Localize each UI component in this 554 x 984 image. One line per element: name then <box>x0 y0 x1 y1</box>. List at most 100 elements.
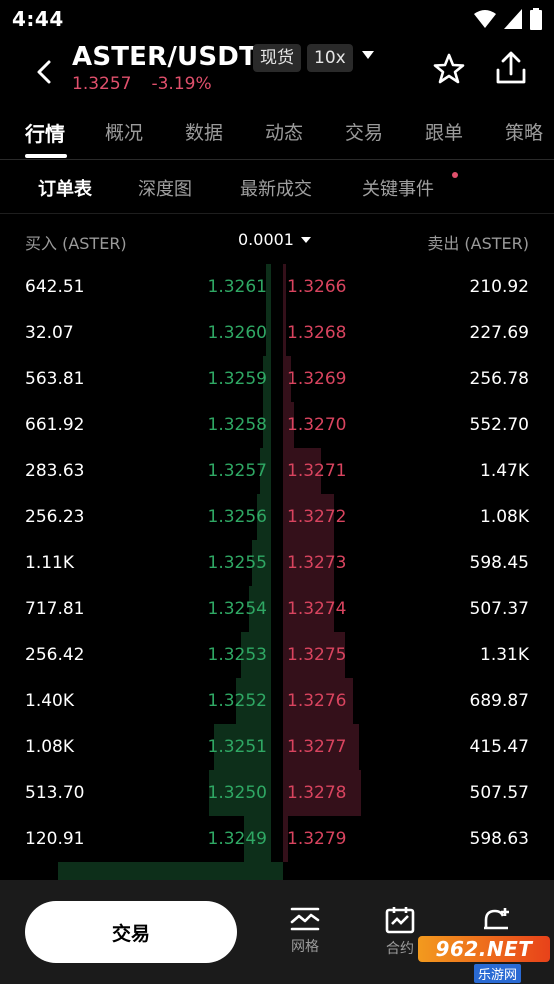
status-time: 4:44 <box>12 7 64 31</box>
ask-depth-bar <box>283 264 286 310</box>
bid-column-label: 买入 (ASTER) <box>25 234 127 253</box>
spot-tag: 现货 <box>253 44 301 72</box>
ask-quantity: 210.92 <box>469 277 529 297</box>
bid-price: 1.3260 <box>207 323 267 343</box>
price-line: 1.3257 -3.19% <box>72 74 212 94</box>
ask-price: 1.3269 <box>287 369 347 389</box>
favorite-star-icon[interactable] <box>432 52 466 86</box>
ask-price: 1.3271 <box>287 461 347 481</box>
bid-price: 1.3250 <box>207 783 267 803</box>
order-book-row[interactable]: 1.11K 1.3255 1.3273 598.45 <box>0 540 554 586</box>
sub-tabs: 订单表 深度图 最新成交 关键事件 <box>0 160 554 214</box>
order-book-row[interactable]: 717.81 1.3254 1.3274 507.37 <box>0 586 554 632</box>
pair-dropdown-icon[interactable] <box>360 48 376 62</box>
bid-quantity: 32.07 <box>25 323 74 343</box>
order-book-row[interactable]: 513.70 1.3250 1.3278 507.57 <box>0 770 554 816</box>
order-book: 642.51 1.3261 1.3266 210.92 32.07 1.3260 1.326… <box>0 264 554 880</box>
ask-price: 1.3266 <box>287 277 347 297</box>
status-bar: 4:44 <box>0 0 554 38</box>
tab-copy[interactable]: 跟单 <box>425 118 463 145</box>
subtab-latest-trades[interactable]: 最新成交 <box>240 175 312 201</box>
tab-market[interactable]: 行情 <box>25 118 65 147</box>
main-tabs: 行情 概况 数据 动态 交易 跟单 策略 <box>0 108 554 160</box>
wifi-icon <box>474 10 496 28</box>
chevron-down-icon <box>300 236 311 243</box>
bid-price: 1.3255 <box>207 553 267 573</box>
status-icons <box>474 8 542 30</box>
grid-chart-icon <box>290 907 320 931</box>
bid-price: 1.3249 <box>207 829 267 849</box>
bid-depth-bar-partial <box>58 862 283 882</box>
bell-plus-icon <box>484 908 509 930</box>
alert-add-button[interactable] <box>466 906 526 938</box>
bid-price: 1.3261 <box>207 277 267 297</box>
order-book-row[interactable]: 642.51 1.3261 1.3266 210.92 <box>0 264 554 310</box>
pair-header: ASTER/USDT 现货 10x 1.3257 -3.19% <box>0 38 554 100</box>
ask-price: 1.3272 <box>287 507 347 527</box>
contract-label: 合约 <box>386 941 414 957</box>
ask-quantity: 227.69 <box>469 323 529 343</box>
ask-quantity: 689.87 <box>469 691 529 711</box>
ask-quantity: 552.70 <box>469 415 529 435</box>
bid-quantity: 256.23 <box>25 507 85 527</box>
tab-data[interactable]: 数据 <box>185 118 223 145</box>
subtab-key-events[interactable]: 关键事件 <box>362 175 434 201</box>
trade-button[interactable]: 交易 <box>25 901 237 963</box>
subtab-depth-chart[interactable]: 深度图 <box>138 175 192 201</box>
watermark-logo: 962.NET <box>418 936 550 962</box>
order-book-row[interactable]: 563.81 1.3259 1.3269 256.78 <box>0 356 554 402</box>
ask-quantity: 1.08K <box>480 507 529 527</box>
ask-column-label: 卖出 (ASTER) <box>427 234 529 253</box>
tab-overview[interactable]: 概况 <box>105 118 143 145</box>
ask-quantity: 507.57 <box>469 783 529 803</box>
bid-quantity: 1.40K <box>25 691 74 711</box>
last-price: 1.3257 <box>72 74 132 94</box>
order-book-row[interactable]: 32.07 1.3260 1.3268 227.69 <box>0 310 554 356</box>
bid-quantity: 1.08K <box>25 737 74 757</box>
signal-icon <box>504 9 522 29</box>
share-icon[interactable] <box>494 50 528 86</box>
bid-price: 1.3253 <box>207 645 267 665</box>
ask-quantity: 256.78 <box>469 369 529 389</box>
order-book-row[interactable]: 1.40K 1.3252 1.3276 689.87 <box>0 678 554 724</box>
watermark-subtitle: 乐游网 <box>474 964 522 983</box>
bid-quantity: 642.51 <box>25 277 85 297</box>
grid-button[interactable]: 网格 <box>275 906 335 956</box>
bid-price: 1.3259 <box>207 369 267 389</box>
ask-price: 1.3279 <box>287 829 347 849</box>
ask-quantity: 415.47 <box>469 737 529 757</box>
back-button[interactable] <box>28 52 60 92</box>
back-arrow-icon <box>37 60 51 84</box>
order-book-row[interactable]: 283.63 1.3257 1.3271 1.47K <box>0 448 554 494</box>
change-percent: -3.19% <box>151 74 212 94</box>
ask-price: 1.3273 <box>287 553 347 573</box>
ask-quantity: 1.47K <box>480 461 529 481</box>
tab-trade[interactable]: 交易 <box>345 118 383 145</box>
ask-price: 1.3270 <box>287 415 347 435</box>
tab-underline <box>25 154 67 158</box>
order-book-header: 买入 (ASTER) 0.0001 卖出 (ASTER) <box>0 214 554 266</box>
bid-price: 1.3258 <box>207 415 267 435</box>
contract-calendar-icon <box>385 907 415 934</box>
order-book-row[interactable]: 120.91 1.3249 1.3279 598.63 <box>0 816 554 862</box>
order-book-row[interactable]: 256.42 1.3253 1.3275 1.31K <box>0 632 554 678</box>
bid-quantity: 513.70 <box>25 783 85 803</box>
ask-quantity: 598.45 <box>469 553 529 573</box>
ask-quantity: 1.31K <box>480 645 529 665</box>
subtab-order-book[interactable]: 订单表 <box>38 175 92 201</box>
ask-price: 1.3268 <box>287 323 347 343</box>
bid-price: 1.3256 <box>207 507 267 527</box>
precision-selector[interactable]: 0.0001 <box>238 230 312 249</box>
bid-quantity: 1.11K <box>25 553 74 573</box>
ask-price: 1.3275 <box>287 645 347 665</box>
order-book-row[interactable]: 256.23 1.3256 1.3272 1.08K <box>0 494 554 540</box>
ask-quantity: 507.37 <box>469 599 529 619</box>
site-watermark: 962.NET 乐游网 <box>418 936 550 983</box>
order-book-row[interactable]: 661.92 1.3258 1.3270 552.70 <box>0 402 554 448</box>
pair-title[interactable]: ASTER/USDT <box>72 42 257 72</box>
tab-news[interactable]: 动态 <box>265 118 303 145</box>
order-book-row[interactable]: 1.08K 1.3251 1.3277 415.47 <box>0 724 554 770</box>
ask-depth-bar <box>283 310 286 356</box>
bid-quantity: 283.63 <box>25 461 85 481</box>
tab-strategy[interactable]: 策略 <box>505 118 543 145</box>
